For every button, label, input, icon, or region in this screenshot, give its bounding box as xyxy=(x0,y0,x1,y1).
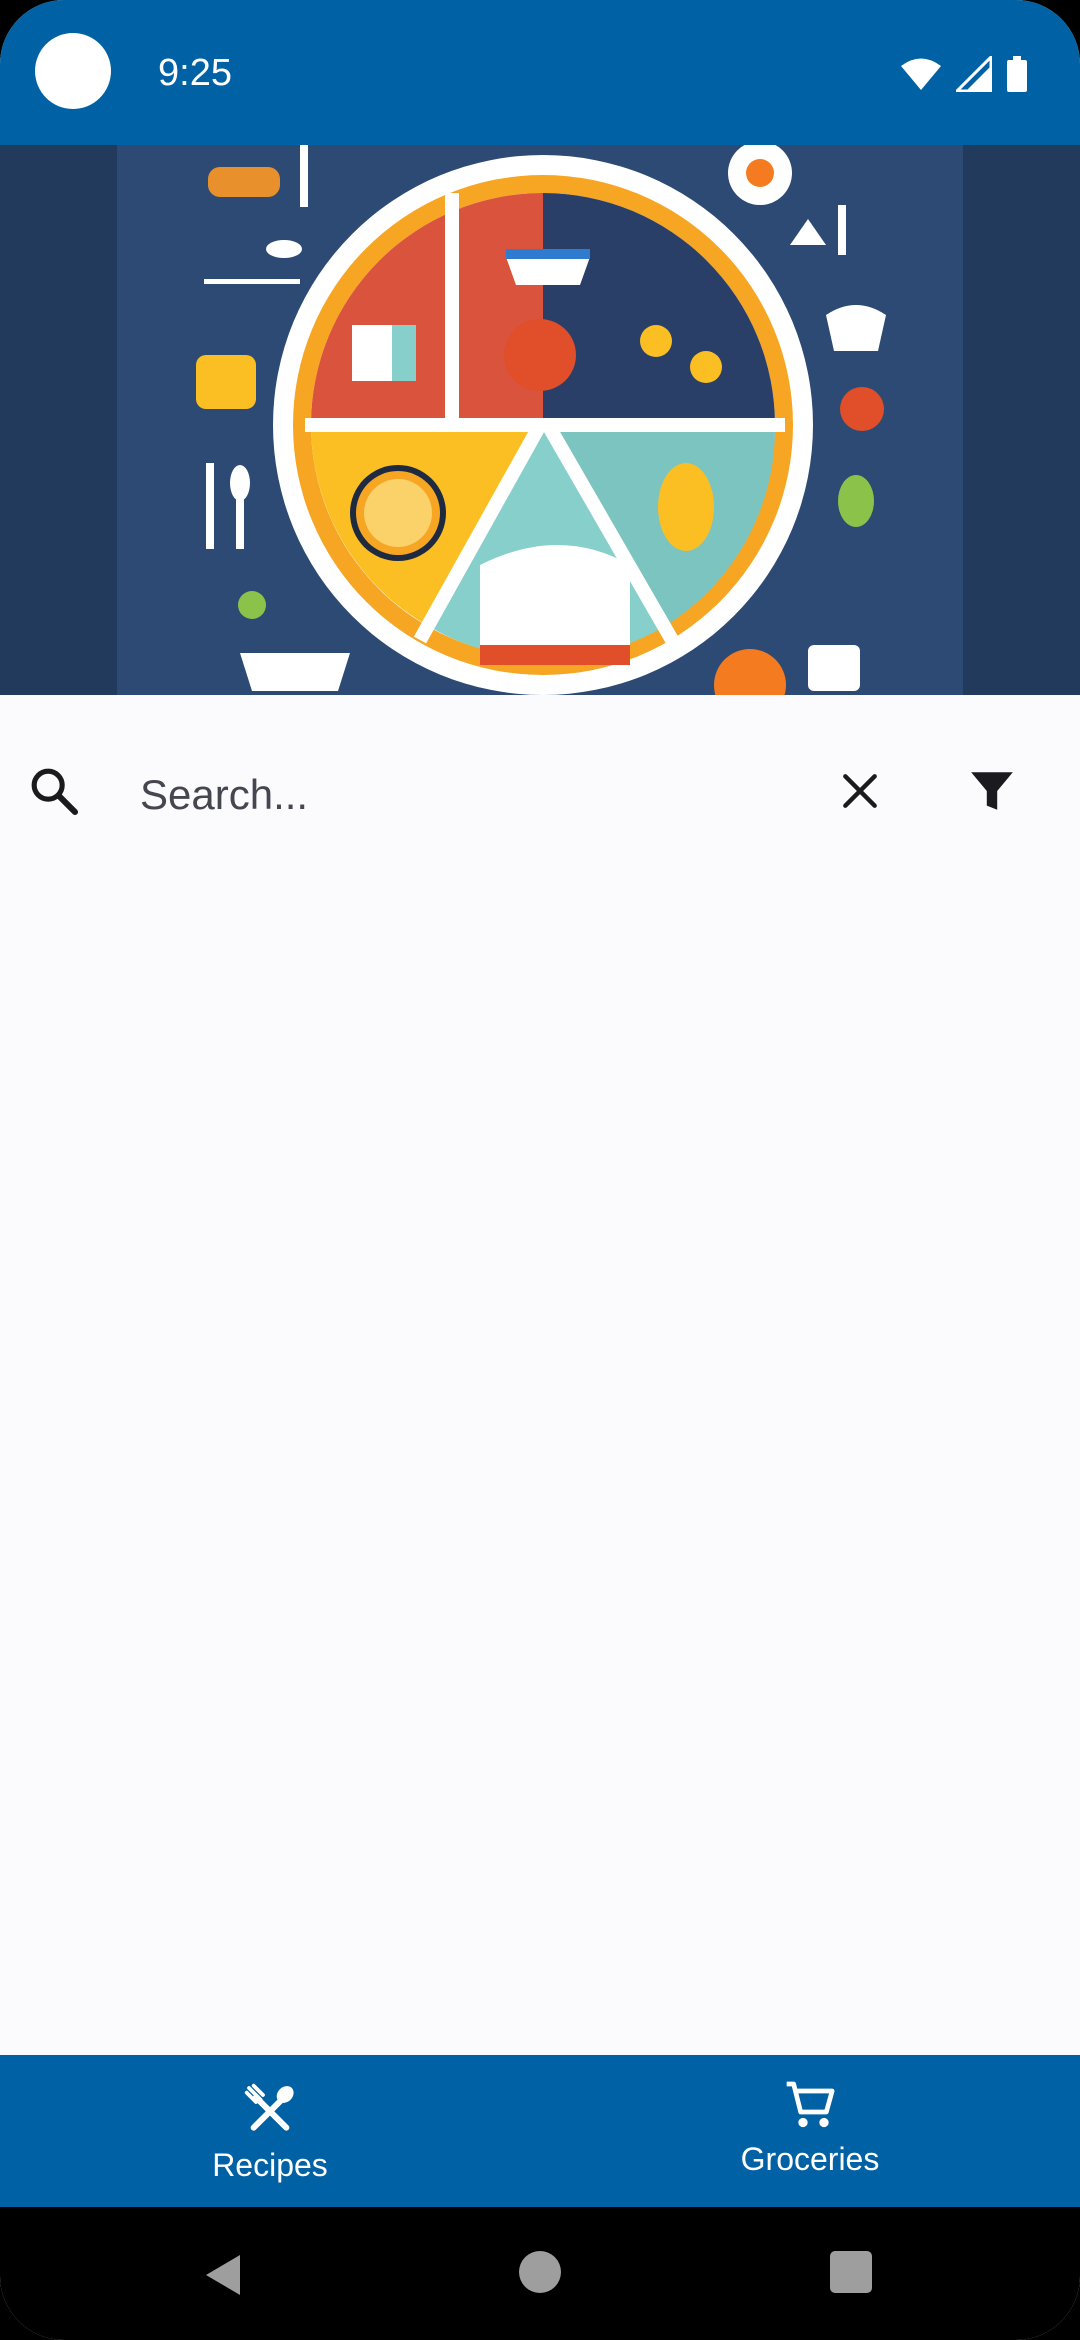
status-bar: 9:25 xyxy=(0,0,1080,145)
filter-button[interactable] xyxy=(958,757,1026,825)
plate-illustration xyxy=(0,145,1080,695)
camera-cutout xyxy=(35,33,111,109)
back-icon[interactable] xyxy=(200,2251,248,2299)
bottom-navigation: Recipes Groceries xyxy=(0,2055,1080,2207)
nav-item-groceries[interactable]: Groceries xyxy=(540,2055,1080,2207)
nav-label-recipes: Recipes xyxy=(212,2147,328,2183)
clear-search-button[interactable] xyxy=(826,757,894,825)
close-icon xyxy=(843,774,877,808)
fork-spoon-icon xyxy=(244,2083,294,2131)
search-icon[interactable] xyxy=(26,763,82,819)
recipe-list-area xyxy=(0,875,1080,2055)
home-icon[interactable] xyxy=(519,2251,561,2293)
nav-label-groceries: Groceries xyxy=(740,2141,880,2177)
app-screen: 9:25 Search... Recipes Groceries xyxy=(0,0,1080,2340)
shopping-cart-icon xyxy=(786,2081,835,2128)
status-icons xyxy=(900,54,1028,94)
wifi-icon xyxy=(901,58,941,90)
search-bar xyxy=(0,715,1080,875)
search-input[interactable] xyxy=(140,755,800,835)
cell-signal-icon xyxy=(956,56,992,92)
filter-icon xyxy=(971,772,1013,810)
battery-icon xyxy=(1007,56,1027,92)
hero-image xyxy=(0,145,1080,695)
nav-item-recipes[interactable]: Recipes xyxy=(0,2055,540,2207)
status-time: 9:25 xyxy=(158,52,232,94)
system-navigation-bar xyxy=(0,2207,1080,2340)
recents-icon[interactable] xyxy=(830,2251,872,2293)
